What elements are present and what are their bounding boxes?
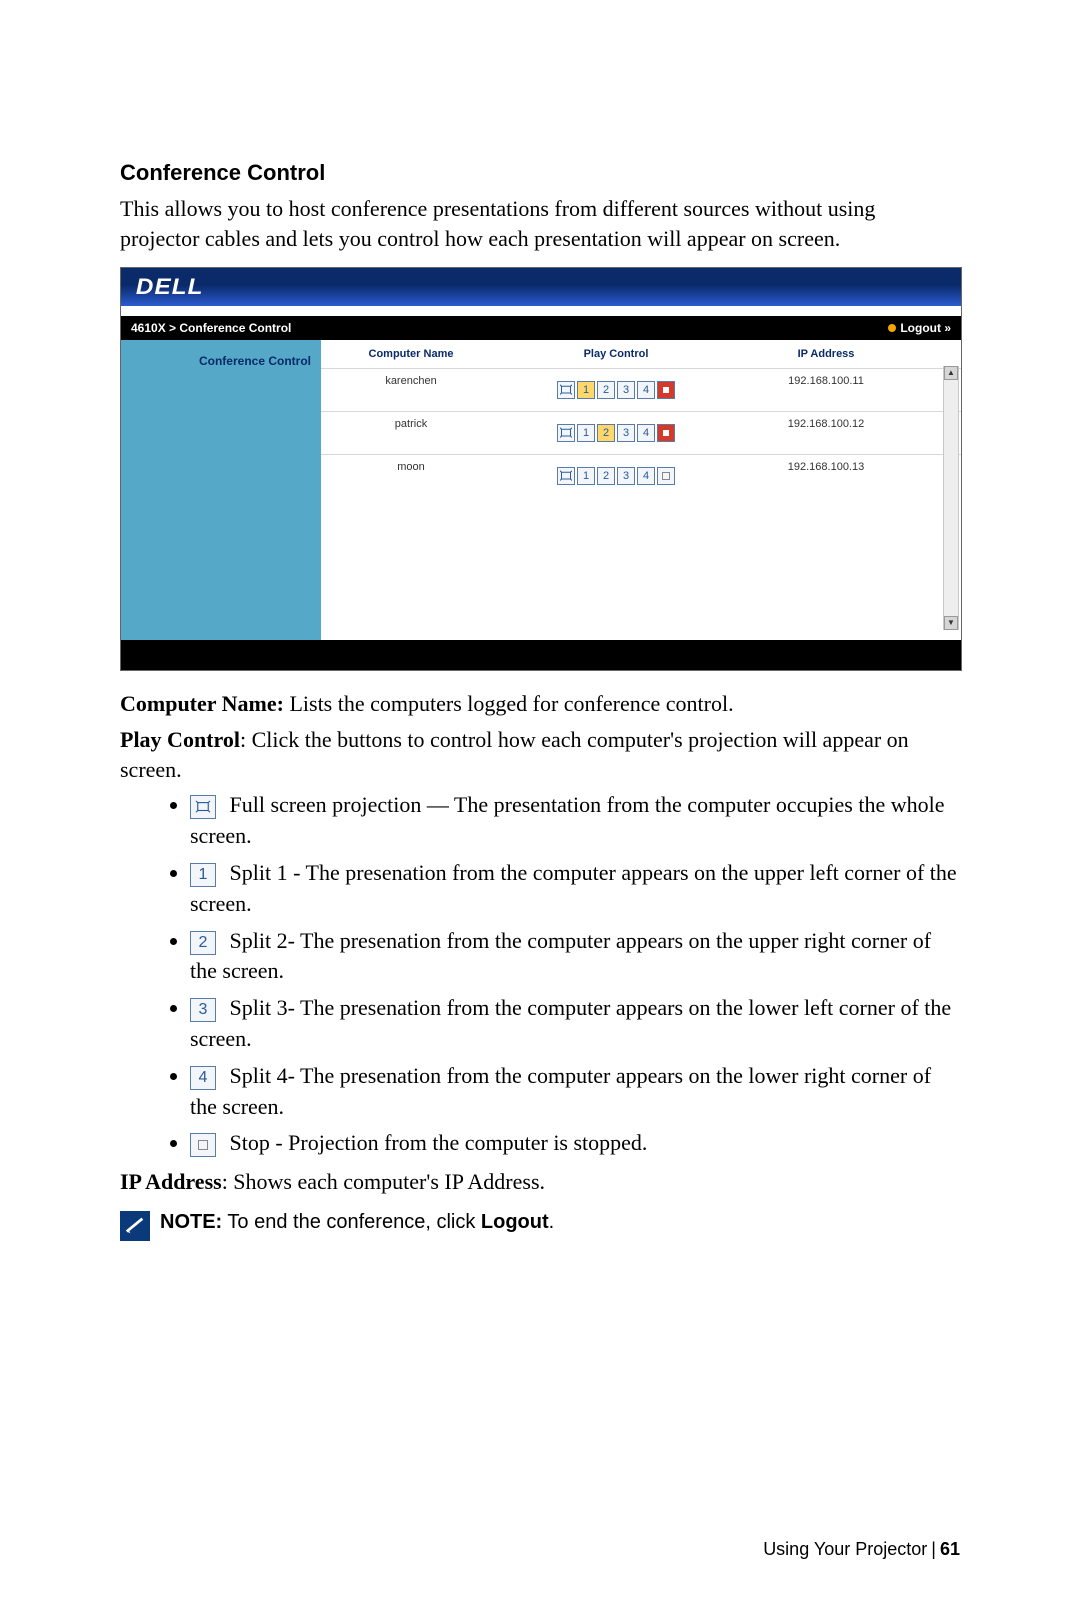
table-row: patrick1234192.168.100.12 [321, 411, 961, 454]
conference-table-area: Computer Name Play Control IP Address ka… [321, 340, 961, 640]
split-2-button[interactable]: 2 [597, 467, 615, 485]
breadcrumb-bar: 4610X > Conference Control Logout » [121, 316, 961, 340]
bullet-text: Split 4- The presenation from the comput… [190, 1063, 931, 1119]
bullet-text: Stop - Projection from the computer is s… [224, 1130, 647, 1155]
split-1-icon: 1 [190, 863, 216, 887]
table-row: moon1234192.168.100.13 [321, 454, 961, 497]
split-3-button[interactable]: 3 [617, 381, 635, 399]
cell-play-control: 1234 [501, 412, 731, 454]
page-footer: Using Your Projector|61 [763, 1539, 960, 1560]
bullet-text: Split 3- The presenation from the comput… [190, 995, 951, 1051]
split-2-button[interactable]: 2 [597, 381, 615, 399]
fullscreen-icon [190, 795, 216, 819]
stop-button[interactable] [657, 381, 675, 399]
stop-button[interactable] [657, 424, 675, 442]
split-3-button[interactable]: 3 [617, 467, 635, 485]
scroll-up-icon[interactable]: ▲ [944, 366, 958, 380]
cell-computer-name: karenchen [321, 369, 501, 411]
split-4-button[interactable]: 4 [637, 381, 655, 399]
bullet-item: 2 Split 2- The presenation from the comp… [190, 926, 960, 988]
def-computer-name: Computer Name: Lists the computers logge… [120, 689, 960, 719]
bullet-text: Split 2- The presenation from the comput… [190, 928, 931, 984]
dell-logo: DELL [136, 274, 204, 300]
bullet-item: 1 Split 1 - The presenation from the com… [190, 858, 960, 920]
bullet-item: Full screen projection — The presentatio… [190, 790, 960, 852]
logout-link[interactable]: Logout » [888, 321, 951, 335]
table-row: karenchen1234192.168.100.11 [321, 368, 961, 411]
bullet-text: Full screen projection — The presentatio… [190, 792, 945, 848]
logout-dot-icon [888, 324, 896, 332]
split-1-button[interactable]: 1 [577, 467, 595, 485]
cell-ip-address: 192.168.100.12 [731, 412, 921, 454]
left-nav: Conference Control [121, 340, 321, 640]
fullscreen-button[interactable] [557, 467, 575, 485]
def-play-control: Play Control: Click the buttons to contr… [120, 725, 960, 784]
fullscreen-button[interactable] [557, 424, 575, 442]
split-2-button[interactable]: 2 [597, 424, 615, 442]
stop-button[interactable] [657, 467, 675, 485]
split-4-icon: 4 [190, 1066, 216, 1090]
bullet-item: 4 Split 4- The presenation from the comp… [190, 1061, 960, 1123]
cell-computer-name: patrick [321, 412, 501, 454]
note-icon [120, 1211, 150, 1241]
def-ip-address: IP Address: Shows each computer's IP Add… [120, 1167, 960, 1197]
cell-play-control: 1234 [501, 455, 731, 497]
logo-bar: DELL [121, 268, 961, 306]
cell-ip-address: 192.168.100.11 [731, 369, 921, 411]
cell-play-control: 1234 [501, 369, 731, 411]
split-2-icon: 2 [190, 931, 216, 955]
split-1-button[interactable]: 1 [577, 381, 595, 399]
bullet-text: Split 1 - The presenation from the compu… [190, 860, 957, 916]
screenshot-footer [121, 640, 961, 670]
note-row: NOTE: To end the conference, click Logou… [120, 1211, 960, 1241]
header-play-control: Play Control [501, 340, 731, 368]
cell-ip-address: 192.168.100.13 [731, 455, 921, 497]
section-heading: Conference Control [120, 160, 960, 186]
intro-paragraph: This allows you to host conference prese… [120, 194, 960, 253]
bullet-item: 3 Split 3- The presenation from the comp… [190, 993, 960, 1055]
table-header-row: Computer Name Play Control IP Address [321, 340, 961, 368]
split-1-button[interactable]: 1 [577, 424, 595, 442]
split-3-button[interactable]: 3 [617, 424, 635, 442]
split-4-button[interactable]: 4 [637, 467, 655, 485]
cell-computer-name: moon [321, 455, 501, 497]
play-control-bullets: Full screen projection — The presentatio… [190, 790, 960, 1159]
note-text: NOTE: To end the conference, click Logou… [160, 1211, 554, 1234]
conference-control-screenshot: DELL 4610X > Conference Control Logout »… [120, 267, 962, 671]
split-4-button[interactable]: 4 [637, 424, 655, 442]
header-ip-address: IP Address [731, 340, 921, 368]
bullet-item: Stop - Projection from the computer is s… [190, 1128, 960, 1159]
scrollbar[interactable]: ▲ ▼ [943, 366, 959, 630]
scroll-down-icon[interactable]: ▼ [944, 616, 958, 630]
header-computer-name: Computer Name [321, 340, 501, 368]
split-3-icon: 3 [190, 998, 216, 1022]
fullscreen-button[interactable] [557, 381, 575, 399]
left-nav-item[interactable]: Conference Control [121, 354, 311, 368]
breadcrumb: 4610X > Conference Control [131, 321, 291, 335]
stop-icon [190, 1133, 216, 1157]
